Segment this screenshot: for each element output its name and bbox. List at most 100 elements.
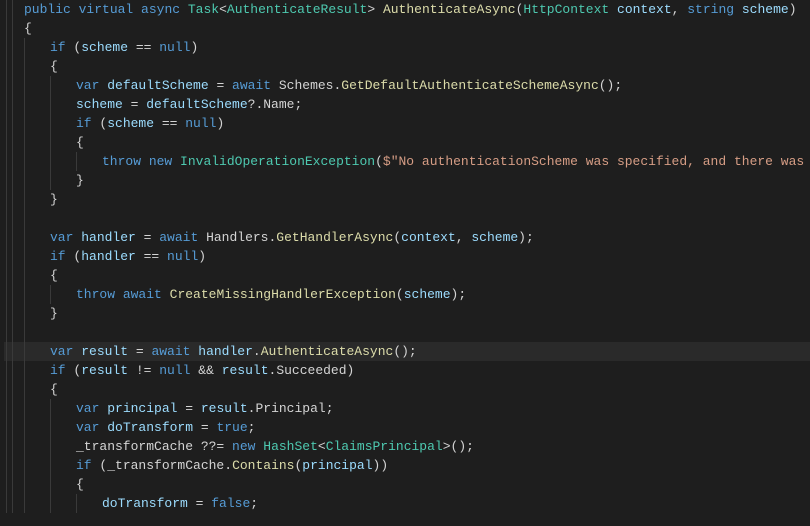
code-line[interactable]: } bbox=[4, 171, 810, 190]
code-content: public virtual async Task<AuthenticateRe… bbox=[22, 0, 797, 19]
outline-gutter bbox=[4, 285, 22, 304]
token-mtd: GetDefaultAuthenticateSchemeAsync bbox=[341, 78, 598, 93]
code-line[interactable]: { bbox=[4, 57, 810, 76]
token-kw: public bbox=[24, 2, 71, 17]
code-line[interactable]: if (scheme == null) bbox=[4, 114, 810, 133]
code-line[interactable]: var doTransform = true; bbox=[4, 418, 810, 437]
outline-gutter bbox=[4, 190, 22, 209]
code-line[interactable]: var handler = await Handlers.GetHandlerA… bbox=[4, 228, 810, 247]
code-line[interactable]: _transformCache ??= new HashSet<ClaimsPr… bbox=[4, 437, 810, 456]
code-line[interactable]: { bbox=[4, 266, 810, 285]
token-kw: await bbox=[151, 344, 190, 359]
token-id: defaultScheme bbox=[146, 97, 247, 112]
token-mem: Name bbox=[263, 97, 294, 112]
code-content: if (result != null && result.Succeeded) bbox=[22, 361, 354, 380]
code-content bbox=[22, 323, 50, 342]
token-pun: && bbox=[190, 363, 221, 378]
code-line[interactable]: var principal = result.Principal; bbox=[4, 399, 810, 418]
token-mtd: GetHandlerAsync bbox=[276, 230, 393, 245]
code-line[interactable]: throw await CreateMissingHandlerExceptio… bbox=[4, 285, 810, 304]
token-id: result bbox=[81, 363, 128, 378]
token-kw: throw bbox=[102, 154, 141, 169]
code-line[interactable]: { bbox=[4, 475, 810, 494]
code-content: var handler = await Handlers.GetHandlerA… bbox=[22, 228, 534, 247]
token-pun: } bbox=[76, 173, 84, 188]
token-kw: null bbox=[159, 40, 190, 55]
token-kw: if bbox=[50, 40, 66, 55]
token-pun: ( bbox=[375, 154, 383, 169]
token-id: defaultScheme bbox=[107, 78, 208, 93]
token-kw: new bbox=[232, 439, 255, 454]
token-kw: await bbox=[123, 287, 162, 302]
code-line[interactable]: if (_transformCache.Contains(principal)) bbox=[4, 456, 810, 475]
token-pun: ; bbox=[248, 420, 256, 435]
outline-gutter bbox=[4, 0, 22, 19]
token-pun: = bbox=[177, 401, 200, 416]
code-content: if (_transformCache.Contains(principal)) bbox=[22, 456, 388, 475]
code-line[interactable]: scheme = defaultScheme?.Name; bbox=[4, 95, 810, 114]
code-line[interactable]: if (result != null && result.Succeeded) bbox=[4, 361, 810, 380]
code-line[interactable] bbox=[4, 323, 810, 342]
code-content: scheme = defaultScheme?.Name; bbox=[22, 95, 302, 114]
token-pun: ); bbox=[451, 287, 467, 302]
token-pun: { bbox=[50, 59, 58, 74]
token-pun bbox=[141, 154, 149, 169]
code-line[interactable]: { bbox=[4, 133, 810, 152]
outline-gutter bbox=[4, 95, 22, 114]
token-pun: ( bbox=[92, 458, 108, 473]
token-pun bbox=[198, 230, 206, 245]
token-pun: == bbox=[136, 249, 167, 264]
token-mtd: CreateMissingHandlerException bbox=[170, 287, 396, 302]
token-pun: ( bbox=[66, 40, 82, 55]
code-line[interactable]: { bbox=[4, 19, 810, 38]
code-line[interactable] bbox=[4, 209, 810, 228]
outline-gutter bbox=[4, 152, 22, 171]
code-line[interactable]: var result = await handler.AuthenticateA… bbox=[4, 342, 810, 361]
token-pun: ( bbox=[393, 230, 401, 245]
token-pun: ); bbox=[518, 230, 534, 245]
token-kw: null bbox=[159, 363, 190, 378]
outline-gutter bbox=[4, 456, 22, 475]
code-line[interactable]: var defaultScheme = await Schemes.GetDef… bbox=[4, 76, 810, 95]
code-line[interactable]: { bbox=[4, 380, 810, 399]
code-content: { bbox=[22, 266, 58, 285]
code-content: if (scheme == null) bbox=[22, 38, 198, 57]
token-pun: == bbox=[154, 116, 185, 131]
token-pun bbox=[71, 2, 79, 17]
token-id: context bbox=[617, 2, 672, 17]
token-kw: var bbox=[76, 401, 99, 416]
token-kw: if bbox=[76, 458, 92, 473]
code-line[interactable]: if (handler == null) bbox=[4, 247, 810, 266]
token-pun: = bbox=[128, 344, 151, 359]
code-content: _transformCache ??= new HashSet<ClaimsPr… bbox=[22, 437, 474, 456]
code-content: var doTransform = true; bbox=[22, 418, 255, 437]
outline-gutter bbox=[4, 323, 22, 342]
code-line[interactable]: public virtual async Task<AuthenticateRe… bbox=[4, 0, 810, 19]
token-pun: ; bbox=[326, 401, 334, 416]
token-pun: ( bbox=[66, 249, 82, 264]
token-pun: ; bbox=[250, 496, 258, 511]
token-pun: ( bbox=[66, 363, 82, 378]
code-line[interactable]: throw new InvalidOperationException($"No… bbox=[4, 152, 810, 171]
token-pun: { bbox=[76, 135, 84, 150]
token-type: InvalidOperationException bbox=[180, 154, 375, 169]
token-pun bbox=[271, 78, 279, 93]
token-pun: (); bbox=[393, 344, 416, 359]
token-pun: = bbox=[193, 420, 216, 435]
outline-gutter bbox=[4, 76, 22, 95]
code-line[interactable]: } bbox=[4, 190, 810, 209]
token-pun: , bbox=[672, 2, 688, 17]
code-content: doTransform = false; bbox=[22, 494, 258, 513]
code-line[interactable]: doTransform = false; bbox=[4, 494, 810, 513]
token-pun: ??= bbox=[193, 439, 232, 454]
outline-gutter bbox=[4, 171, 22, 190]
code-editor[interactable]: public virtual async Task<AuthenticateRe… bbox=[0, 0, 810, 526]
token-id: handler bbox=[81, 230, 136, 245]
code-content: { bbox=[22, 133, 84, 152]
outline-gutter bbox=[4, 266, 22, 285]
token-pun: { bbox=[50, 382, 58, 397]
code-line[interactable]: } bbox=[4, 304, 810, 323]
code-line[interactable]: if (scheme == null) bbox=[4, 38, 810, 57]
token-id: handler bbox=[198, 344, 253, 359]
token-id: doTransform bbox=[107, 420, 193, 435]
